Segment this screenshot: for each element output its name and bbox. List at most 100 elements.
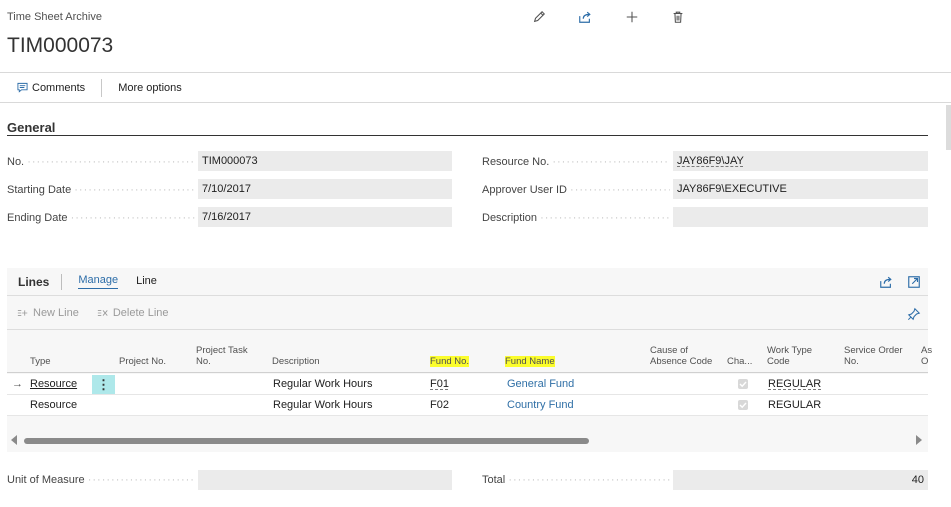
cell-fund-no[interactable]: F01 bbox=[430, 374, 449, 395]
leader-dots: ········································… bbox=[74, 184, 195, 196]
col-work-type-line2: Code bbox=[767, 356, 790, 367]
field-label-no-text: No. bbox=[7, 156, 25, 168]
section-rule bbox=[7, 135, 928, 136]
col-description[interactable]: Description bbox=[272, 356, 320, 367]
field-label-total: Total ··································… bbox=[482, 474, 670, 486]
page-title: TIM000073 bbox=[7, 34, 114, 57]
field-label-approver-user-id: Approver User ID ·······················… bbox=[482, 184, 670, 196]
scroll-edge bbox=[946, 105, 951, 150]
field-label-total-text: Total bbox=[482, 474, 506, 486]
section-title-general[interactable]: General bbox=[7, 120, 55, 135]
comments-label: Comments bbox=[32, 81, 86, 94]
leader-dots: ········································… bbox=[27, 156, 195, 168]
table-row[interactable]: → Resource ⋮ Regular Work Hours F01 Gene… bbox=[7, 374, 928, 395]
col-chargeable[interactable]: Cha... bbox=[727, 356, 752, 367]
cell-type[interactable]: Resource bbox=[30, 395, 77, 416]
field-label-resource-no: Resource No. ···························… bbox=[482, 156, 670, 168]
field-label-approver-user-id-text: Approver User ID bbox=[482, 184, 567, 196]
field-unit-of-measure[interactable] bbox=[198, 470, 452, 490]
expand-icon[interactable] bbox=[905, 273, 923, 291]
field-label-description: Description ····························… bbox=[482, 212, 670, 224]
col-work-type-line1: Work Type bbox=[767, 345, 813, 356]
field-label-ending-date: Ending Date ····························… bbox=[7, 212, 195, 224]
col-service-order-no[interactable]: Service Order No. bbox=[844, 345, 903, 367]
field-label-starting-date-text: Starting Date bbox=[7, 184, 72, 196]
col-project-task-no[interactable]: Project Task No. bbox=[196, 345, 248, 367]
comments-button[interactable]: Comments bbox=[17, 73, 85, 102]
action-bar: Comments More options bbox=[0, 73, 951, 102]
field-starting-date[interactable]: 7/10/2017 bbox=[198, 179, 452, 199]
delete-line-button[interactable]: Delete Line bbox=[97, 307, 169, 319]
more-options-button[interactable]: More options bbox=[118, 73, 182, 102]
delete-line-label: Delete Line bbox=[112, 307, 169, 319]
col-extra-line1: As bbox=[921, 345, 933, 356]
field-label-unit-of-measure: Unit of Measure ························… bbox=[7, 474, 195, 486]
cell-type[interactable]: Resource bbox=[30, 374, 77, 395]
field-label-unit-of-measure-text: Unit of Measure bbox=[7, 474, 85, 486]
cell-description[interactable]: Regular Work Hours bbox=[273, 374, 372, 395]
field-label-starting-date: Starting Date ··························… bbox=[7, 184, 195, 196]
delete-icon[interactable] bbox=[669, 8, 687, 26]
col-service-order-line1: Service Order bbox=[844, 345, 903, 356]
cell-chargeable-checkbox[interactable] bbox=[738, 400, 748, 410]
cell-fund-name[interactable]: Country Fund bbox=[507, 395, 574, 416]
tab-divider bbox=[61, 273, 63, 290]
field-total[interactable]: 40 bbox=[673, 470, 928, 490]
cell-fund-no[interactable]: F02 bbox=[430, 395, 449, 416]
new-line-label: New Line bbox=[33, 307, 79, 319]
cell-work-type[interactable]: REGULAR bbox=[768, 395, 821, 416]
col-work-type-code[interactable]: Work Type Code bbox=[767, 345, 812, 367]
col-project-task-no-line2: No. bbox=[196, 356, 211, 367]
share-icon[interactable] bbox=[576, 8, 594, 26]
action-divider-line bbox=[0, 102, 951, 103]
leader-dots: ········································… bbox=[552, 156, 670, 168]
table-row[interactable]: Resource Regular Work Hours F02 Country … bbox=[7, 395, 928, 416]
field-description[interactable] bbox=[673, 207, 928, 227]
tab-manage[interactable]: Manage bbox=[78, 274, 119, 289]
col-fund-no[interactable]: Fund No. bbox=[430, 356, 470, 367]
lines-share-icon[interactable] bbox=[877, 273, 895, 291]
scrollbar-thumb[interactable] bbox=[24, 438, 589, 444]
scroll-left-arrow-icon[interactable] bbox=[11, 435, 17, 445]
lines-title: Lines bbox=[18, 274, 50, 289]
cell-fund-name[interactable]: General Fund bbox=[507, 374, 574, 395]
field-approver-user-id[interactable]: JAY86F9\EXECUTIVE bbox=[673, 179, 928, 199]
horizontal-scrollbar[interactable] bbox=[7, 432, 928, 450]
field-resource-no[interactable]: JAY86F9\JAY bbox=[673, 151, 928, 171]
col-service-order-line2: No. bbox=[844, 356, 859, 367]
field-no[interactable]: TIM000073 bbox=[198, 151, 452, 171]
scroll-right-arrow-icon[interactable] bbox=[916, 435, 922, 445]
new-line-button[interactable]: New Line bbox=[17, 307, 79, 319]
current-row-arrow-icon: → bbox=[12, 378, 23, 390]
cell-chargeable-checkbox[interactable] bbox=[738, 379, 748, 389]
edit-icon[interactable] bbox=[530, 8, 548, 26]
row-menu-button[interactable]: ⋮ bbox=[92, 375, 115, 394]
leader-dots: ········································… bbox=[87, 474, 195, 486]
col-project-task-no-line1: Project Task bbox=[196, 345, 248, 356]
action-divider bbox=[101, 78, 103, 97]
field-ending-date[interactable]: 7/16/2017 bbox=[198, 207, 452, 227]
leader-dots: ········································… bbox=[540, 212, 670, 224]
col-cause-line1: Cause of bbox=[650, 345, 689, 356]
col-project-no[interactable]: Project No. bbox=[119, 356, 166, 367]
cell-work-type[interactable]: REGULAR bbox=[768, 374, 821, 395]
tab-line[interactable]: Line bbox=[136, 275, 157, 289]
add-icon[interactable] bbox=[623, 8, 641, 26]
col-cause-of-absence-code[interactable]: Cause of Absence Code bbox=[650, 345, 712, 367]
col-cause-line2: Absence Code bbox=[650, 356, 713, 367]
col-fund-name[interactable]: Fund Name bbox=[505, 356, 555, 367]
leader-dots: ········································… bbox=[70, 212, 195, 224]
cell-description[interactable]: Regular Work Hours bbox=[273, 395, 372, 416]
pin-icon[interactable] bbox=[905, 305, 923, 323]
leader-dots: ········································… bbox=[508, 474, 670, 486]
field-resource-no-value[interactable]: JAY86F9\JAY bbox=[677, 155, 744, 167]
col-type[interactable]: Type bbox=[30, 356, 51, 367]
col-extra[interactable]: As O bbox=[921, 345, 932, 367]
lines-tabbar: Lines Manage Line bbox=[7, 268, 928, 296]
lines-action-bar: New Line Delete Line bbox=[7, 297, 928, 330]
leader-dots: ········································… bbox=[570, 184, 670, 196]
field-label-description-text: Description bbox=[482, 212, 538, 224]
field-label-no: No. ····································… bbox=[7, 156, 195, 168]
more-options-label: More options bbox=[118, 81, 182, 94]
field-label-ending-date-text: Ending Date bbox=[7, 212, 68, 224]
